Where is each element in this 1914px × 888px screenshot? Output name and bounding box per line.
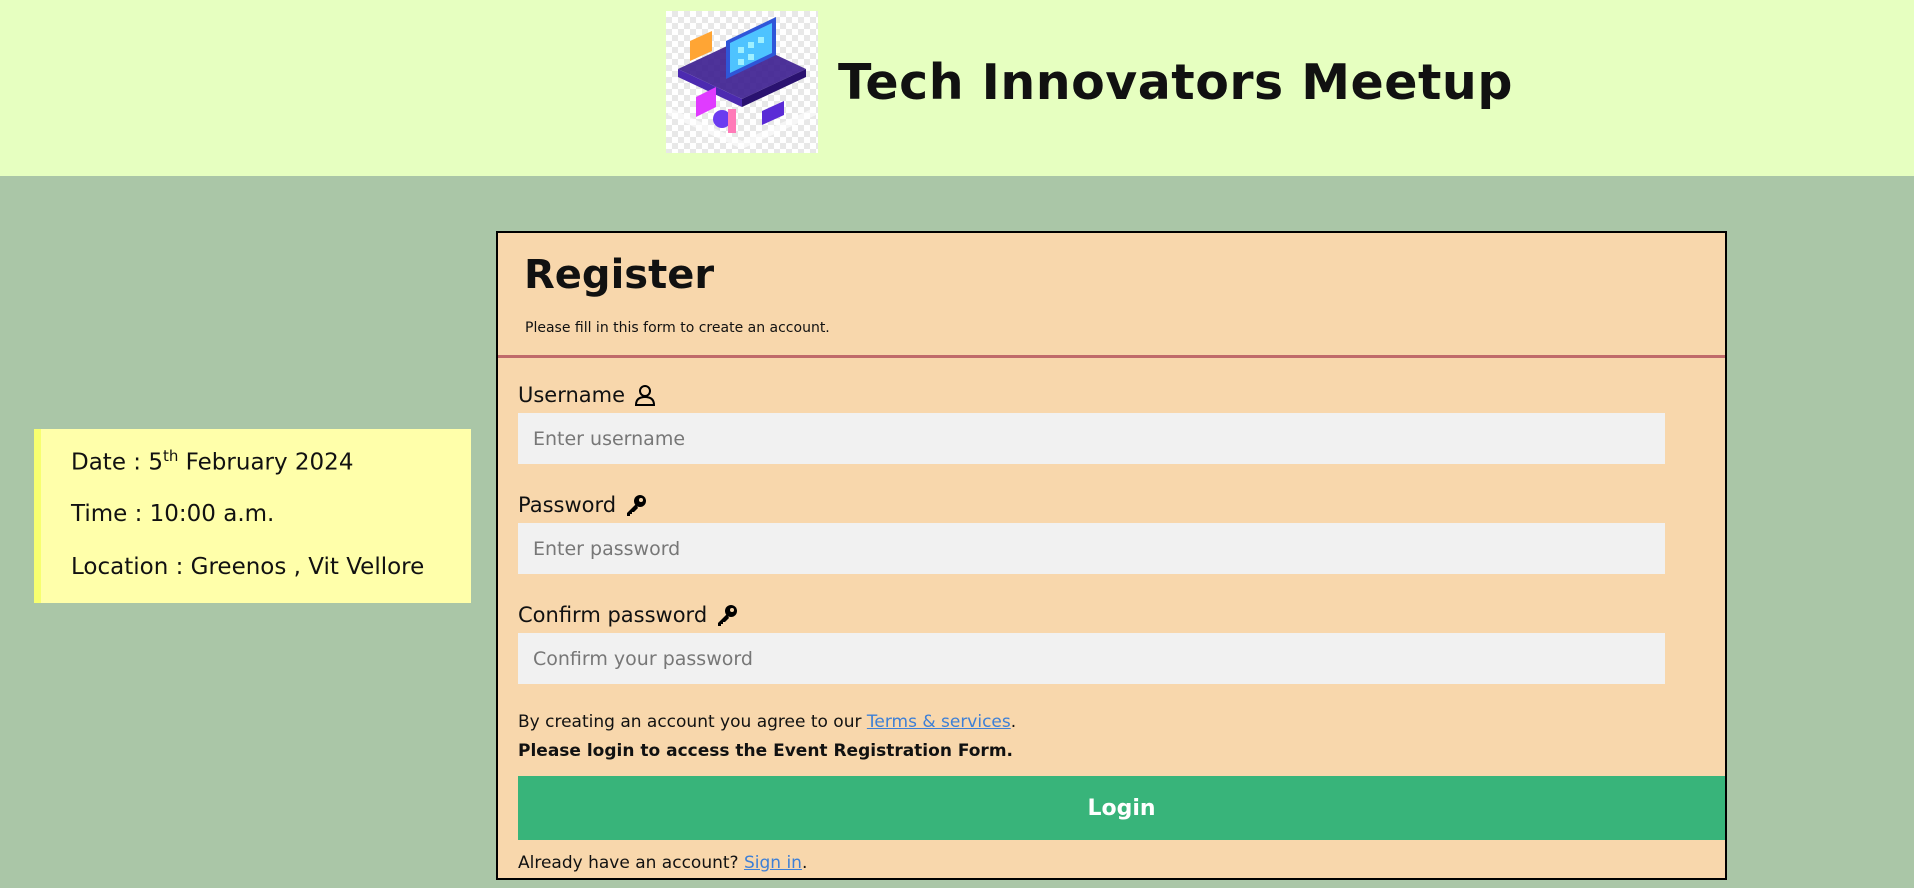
site-header: Tech Innovators Meetup xyxy=(0,0,1914,176)
login-button[interactable]: Login xyxy=(518,776,1725,840)
confirm-password-label-text: Confirm password xyxy=(518,602,708,627)
register-form: Register Please fill in this form to cre… xyxy=(496,231,1727,880)
terms-link[interactable]: Terms & services xyxy=(867,712,1011,732)
form-subtitle: Please fill in this form to create an ac… xyxy=(525,320,830,336)
key-icon xyxy=(627,495,647,516)
tech-illustration-icon xyxy=(668,17,816,149)
signin-text: Already have an account? Sign in. xyxy=(518,855,807,872)
confirm-password-label: Confirm password xyxy=(518,603,739,627)
key-icon xyxy=(718,605,738,626)
login-notice: Please login to access the Event Registr… xyxy=(518,741,1013,761)
site-title: Tech Innovators Meetup xyxy=(838,54,1513,111)
logo-image xyxy=(666,11,818,153)
date-sup: th xyxy=(162,447,179,465)
signin-link[interactable]: Sign in xyxy=(744,853,802,873)
terms-prefix: By creating an account you agree to our xyxy=(518,712,867,732)
password-input[interactable] xyxy=(518,523,1665,574)
password-label: Password xyxy=(518,493,648,517)
confirm-password-input[interactable] xyxy=(518,633,1665,684)
event-info-panel: Date : 5th February 2024 Time : 10:00 a.… xyxy=(34,429,471,603)
event-time: Time : 10:00 a.m. xyxy=(71,501,275,527)
event-location: Location : Greenos , Vit Vellore xyxy=(71,554,425,580)
signin-suffix: . xyxy=(801,853,808,873)
terms-text: By creating an account you agree to our … xyxy=(518,714,1016,731)
username-label-text: Username xyxy=(518,382,626,407)
event-date: Date : 5th February 2024 xyxy=(71,449,353,475)
user-icon xyxy=(635,385,656,406)
terms-suffix: . xyxy=(1010,712,1017,732)
form-divider xyxy=(498,355,1725,358)
date-prefix: Date : 5 xyxy=(71,449,163,476)
username-label: Username xyxy=(518,383,657,407)
form-title: Register xyxy=(524,252,715,298)
signin-prefix: Already have an account? xyxy=(518,853,744,873)
date-suffix: February 2024 xyxy=(178,449,354,476)
username-input[interactable] xyxy=(518,413,1665,464)
password-label-text: Password xyxy=(518,492,617,517)
